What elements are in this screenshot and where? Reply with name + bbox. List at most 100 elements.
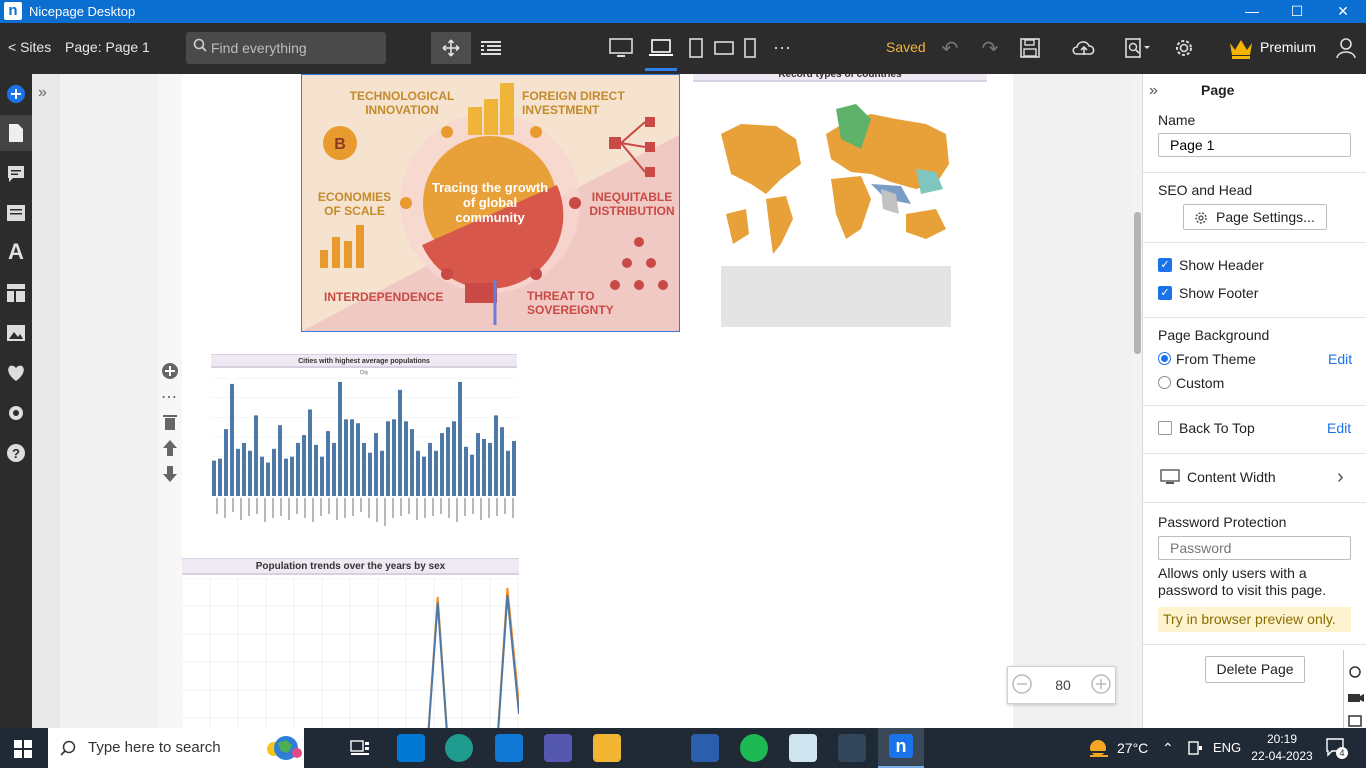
mail-icon[interactable] — [495, 734, 523, 762]
search-icon — [60, 740, 76, 756]
weather-temp[interactable]: 27°C — [1117, 728, 1148, 768]
tableau-icon[interactable] — [838, 734, 866, 762]
move-tool-icon[interactable] — [431, 32, 471, 64]
page-settings-button[interactable]: Page Settings... — [1183, 204, 1327, 230]
laptop-view-icon[interactable] — [641, 32, 681, 64]
bar-chart-bar — [290, 456, 294, 496]
bar-chart[interactable]: Cities with highest average populations … — [211, 354, 517, 554]
settings-gear-icon[interactable] — [1164, 32, 1204, 64]
bar-chart-bar — [422, 456, 426, 496]
show-header-checkbox[interactable]: ✓ — [1158, 258, 1172, 272]
blocks-icon[interactable] — [0, 195, 32, 231]
network-icon[interactable] — [1188, 740, 1202, 756]
layouts-icon[interactable] — [0, 275, 32, 311]
more-options-icon[interactable]: ⋯ — [161, 387, 177, 407]
search-box[interactable]: Find everything — [186, 32, 386, 64]
microsoft-store-icon[interactable] — [397, 734, 425, 762]
bar-chart-bar — [488, 442, 492, 496]
scrollbar-thumb[interactable] — [1134, 212, 1141, 354]
monitor-icon — [1160, 469, 1180, 485]
bar-chart-bar — [410, 429, 414, 496]
move-down-icon[interactable] — [162, 465, 178, 483]
minimize-icon[interactable]: — — [1229, 0, 1275, 23]
chevron-right-icon[interactable]: › — [1337, 466, 1344, 489]
page-selector[interactable]: Page: Page 1 — [65, 23, 150, 71]
zoom-in-icon[interactable] — [1090, 673, 1114, 697]
delete-page-button[interactable]: Delete Page — [1205, 656, 1305, 683]
tray-chevron-up-icon[interactable]: ⌃ — [1162, 728, 1174, 768]
line-chart[interactable]: Population trends over the years by sex — [182, 554, 519, 728]
custom-radio[interactable] — [1158, 376, 1171, 389]
windows-start-icon[interactable] — [14, 740, 32, 758]
user-account-icon[interactable] — [1326, 32, 1366, 64]
snowflake-app-icon[interactable] — [789, 734, 817, 762]
password-input[interactable] — [1158, 536, 1351, 560]
clock-time[interactable]: 20:19 — [1262, 732, 1302, 746]
canvas-scrollbar[interactable] — [1133, 74, 1142, 728]
undo-icon[interactable]: ↶ — [930, 32, 970, 64]
comments-icon[interactable] — [0, 156, 32, 192]
content-width-label[interactable]: Content Width — [1187, 469, 1276, 485]
add-block-icon[interactable] — [160, 361, 180, 381]
from-theme-radio[interactable] — [1158, 352, 1171, 365]
taskbar-search-placeholder: Type here to search — [88, 739, 221, 756]
move-up-icon[interactable] — [162, 439, 178, 457]
file-explorer-icon[interactable] — [593, 734, 621, 762]
clock-date[interactable]: 22-04-2023 — [1250, 749, 1314, 763]
back-to-top-checkbox[interactable] — [1158, 421, 1172, 435]
layers-icon[interactable] — [471, 32, 511, 64]
bar-chart-bar — [344, 419, 348, 496]
help-icon[interactable]: ? — [0, 435, 32, 471]
taskbar-search[interactable]: Type here to search — [48, 728, 304, 768]
delete-trash-icon[interactable] — [162, 413, 178, 431]
desktop-view-icon[interactable] — [601, 32, 641, 64]
bar-chart-bar — [500, 427, 504, 496]
word-icon[interactable] — [691, 734, 719, 762]
background-edit-link[interactable]: Edit — [1328, 351, 1352, 367]
seo-head-label: SEO and Head — [1158, 182, 1253, 198]
back-to-top-edit-link[interactable]: Edit — [1327, 420, 1351, 436]
premium-label[interactable]: Premium — [1260, 23, 1316, 71]
toolbar: < Sites Page: Page 1 Find everything ⋯ S… — [0, 23, 1366, 74]
images-icon[interactable] — [0, 315, 32, 351]
sites-link[interactable]: < Sites — [8, 23, 51, 71]
zoom-out-icon[interactable] — [1011, 673, 1035, 697]
text-icon[interactable]: A — [0, 234, 32, 270]
more-views-icon[interactable]: ⋯ — [762, 32, 802, 64]
password-protection-label: Password Protection — [1158, 514, 1287, 530]
bar-chart-bar — [248, 450, 252, 496]
name-label: Name — [1158, 112, 1196, 128]
task-view-icon[interactable] — [350, 740, 370, 756]
world-map-image[interactable] — [721, 104, 951, 327]
properties-panel: » Page Name SEO and Head Page Settings..… — [1142, 74, 1366, 728]
spotify-icon[interactable] — [740, 734, 768, 762]
infographic-image[interactable]: B TECHNOLOGICAL INNOVATION FOREIGN DIREC… — [301, 74, 680, 332]
preview-icon[interactable] — [1116, 32, 1160, 64]
page-name-input[interactable] — [1158, 133, 1351, 157]
add-element-icon[interactable] — [0, 76, 32, 112]
divider — [1143, 644, 1366, 645]
show-footer-checkbox[interactable]: ✓ — [1158, 286, 1172, 300]
window-title: Nicepage Desktop — [29, 4, 136, 19]
edge-browser-icon[interactable] — [445, 734, 473, 762]
nicepage-taskbar-button[interactable]: n — [878, 728, 924, 768]
search-icon — [193, 38, 207, 52]
pages-icon[interactable] — [0, 115, 32, 151]
expand-panel-icon[interactable]: » — [38, 84, 47, 102]
svg-text:B: B — [334, 136, 346, 153]
site-settings-icon[interactable] — [0, 395, 32, 431]
close-icon[interactable]: ✕ — [1320, 0, 1366, 23]
zoom-value[interactable]: 80 — [1048, 667, 1078, 703]
bar-chart-bar — [332, 442, 336, 496]
teams-icon[interactable] — [544, 734, 572, 762]
language-indicator[interactable]: ENG — [1213, 728, 1241, 768]
divider — [1143, 502, 1366, 503]
favorites-heart-icon[interactable] — [0, 355, 32, 391]
redo-icon[interactable]: ↷ — [970, 32, 1010, 64]
collapse-panel-icon[interactable]: » — [1149, 82, 1158, 100]
publish-cloud-icon[interactable] — [1064, 32, 1104, 64]
infographic-label: FOREIGN DIRECT INVESTMENT — [522, 89, 625, 117]
maximize-icon[interactable]: ☐ — [1274, 0, 1320, 23]
bar-chart-x-tick-labels — [216, 498, 514, 526]
save-icon[interactable] — [1010, 32, 1050, 64]
